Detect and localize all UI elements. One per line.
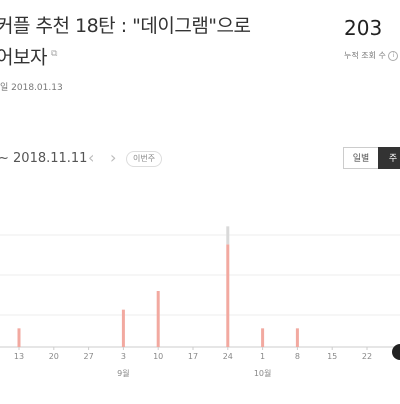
post-title-line1: 커플 추천 18탄 : "데이그램"으로 <box>0 15 251 37</box>
chevron-left-icon[interactable]: ‹ <box>88 148 94 167</box>
info-icon[interactable]: i <box>388 50 399 61</box>
post-title-line2: 어보자 ⧉ <box>0 40 296 71</box>
x-tick-label: 3 <box>121 352 126 361</box>
x-tick-label: 10 <box>153 352 163 361</box>
bar <box>121 309 125 347</box>
weekly-toggle[interactable]: 주 <box>378 147 400 169</box>
x-tick-label: 13 <box>14 352 24 361</box>
bar <box>17 328 21 347</box>
x-tick-label: 27 <box>84 352 94 361</box>
post-title-line2-text: 어보자 <box>0 46 47 69</box>
bar <box>295 328 299 347</box>
chevron-right-icon[interactable]: › <box>110 148 116 167</box>
x-tick-label: 1 <box>260 352 265 361</box>
external-link-icon[interactable]: ⧉ <box>51 49 57 59</box>
bar-highlight <box>226 226 230 245</box>
x-tick-label: 22 <box>362 352 372 361</box>
x-tick-label: 24 <box>223 352 233 361</box>
x-tick-label: 15 <box>327 352 337 361</box>
date-range: ~ 2018.11.11 <box>0 151 88 166</box>
views-count: 203 <box>344 16 383 40</box>
daily-toggle[interactable]: 일별 <box>343 147 379 169</box>
x-tick-label: 20 <box>49 352 59 361</box>
bar <box>226 244 230 347</box>
chart-svg: 13 20 27 3 10 17 24 1 8 15 22 9월 10월 <box>0 226 400 378</box>
post-date: 일 2018.01.13 <box>0 83 63 93</box>
post-title: 커플 추천 18탄 : "데이그램"으로 어보자 ⧉ <box>0 12 296 71</box>
bar <box>156 291 160 347</box>
bar <box>261 328 265 347</box>
views-label-text: 누적 조회 수 <box>344 51 386 60</box>
month-label: 10월 <box>254 368 272 378</box>
month-label: 9월 <box>117 368 129 378</box>
this-week-button[interactable]: 이번주 <box>126 151 163 167</box>
views-chart: 13 20 27 3 10 17 24 1 8 15 22 9월 10월 <box>0 225 400 400</box>
x-tick-label: 8 <box>295 352 300 361</box>
x-tick-label: 17 <box>188 352 198 361</box>
views-label: 누적 조회 수 i <box>344 50 399 61</box>
